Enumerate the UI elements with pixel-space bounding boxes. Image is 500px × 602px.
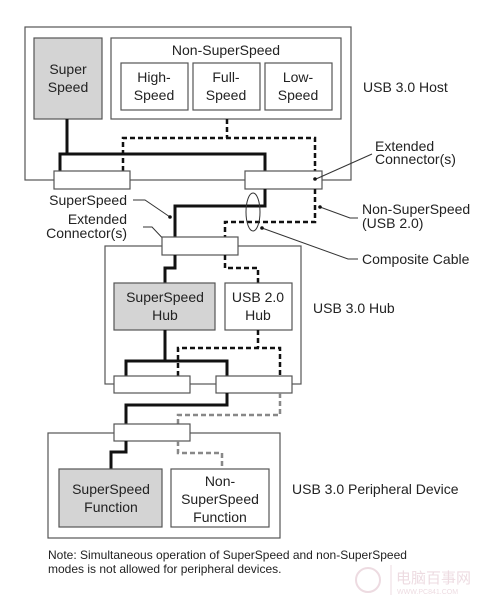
superspeed-function-box bbox=[58, 468, 163, 528]
usb2-hub-label-2: Hub bbox=[245, 307, 271, 323]
leader-superspeed bbox=[133, 199, 171, 218]
callout-dot bbox=[168, 215, 172, 219]
note-line-1: Note: Simultaneous operation of SuperSpe… bbox=[48, 548, 407, 562]
full-speed-label-1: Full- bbox=[212, 69, 240, 85]
full-speed-label-2: Speed bbox=[206, 87, 246, 103]
cable-usb2-line bbox=[223, 189, 317, 237]
hub-downstream-connector-left bbox=[113, 375, 191, 394]
device-connector bbox=[113, 423, 191, 442]
extended-connector-right-label-2: Connector(s) bbox=[375, 151, 456, 167]
hub-downstream-connector-right bbox=[215, 375, 293, 394]
leader-non-superspeed bbox=[319, 206, 358, 219]
non-superspeed-function-label-1: Non- bbox=[205, 473, 236, 489]
superspeed-function-label-1: SuperSpeed bbox=[72, 481, 150, 497]
callout-dot bbox=[313, 177, 317, 181]
non-superspeed-title: Non-SuperSpeed bbox=[172, 42, 280, 58]
usb3-host-label: USB 3.0 Host bbox=[363, 79, 448, 95]
non-superspeed-function-label-3: Function bbox=[193, 509, 247, 525]
low-speed-label-1: Low- bbox=[283, 69, 314, 85]
host-connector-left bbox=[53, 170, 131, 190]
watermark-logo: 电脑百事网 WWW.PC841.COM bbox=[355, 565, 471, 596]
superspeed-hub-label-1: SuperSpeed bbox=[126, 289, 204, 305]
host-superspeed-label-1: Super bbox=[49, 61, 87, 77]
callout-dot bbox=[318, 205, 322, 209]
watermark-text: 电脑百事网 bbox=[396, 570, 471, 587]
watermark-logo-icon bbox=[355, 567, 381, 593]
superspeed-callout-label: SuperSpeed bbox=[49, 192, 127, 208]
cable-superspeed-line bbox=[173, 189, 267, 237]
watermark-url: WWW.PC841.COM bbox=[397, 589, 458, 596]
usb2-hub-label-1: USB 2.0 bbox=[232, 289, 284, 305]
superspeed-function-label-2: Function bbox=[84, 499, 138, 515]
host-connector-right bbox=[244, 170, 323, 190]
usb3-peripheral-device-label: USB 3.0 Peripheral Device bbox=[292, 481, 459, 497]
high-speed-label-2: Speed bbox=[134, 87, 174, 103]
host-superspeed-label-2: Speed bbox=[48, 79, 88, 95]
usb3-hub-label: USB 3.0 Hub bbox=[313, 300, 395, 316]
extended-connector-left-label-2: Connector(s) bbox=[46, 225, 127, 241]
callout-dot bbox=[260, 226, 264, 230]
high-speed-label-1: High- bbox=[137, 69, 171, 85]
low-speed-label-2: Speed bbox=[278, 87, 318, 103]
device-cable-superspeed-line bbox=[124, 393, 229, 424]
composite-cable-ellipse bbox=[245, 192, 261, 232]
non-superspeed-function-label-2: SuperSpeed bbox=[181, 491, 259, 507]
usb3-architecture-diagram: Super Speed Non-SuperSpeed High- Speed F… bbox=[24, 26, 471, 596]
non-superspeed-callout-label-2: (USB 2.0) bbox=[362, 215, 423, 231]
device-cable-usb2-line bbox=[176, 393, 282, 424]
note-line-2: modes is not allowed for peripheral devi… bbox=[48, 562, 281, 576]
composite-cable-label: Composite Cable bbox=[362, 251, 470, 267]
superspeed-hub-label-2: Hub bbox=[152, 307, 178, 323]
hub-upstream-connector bbox=[161, 236, 239, 256]
